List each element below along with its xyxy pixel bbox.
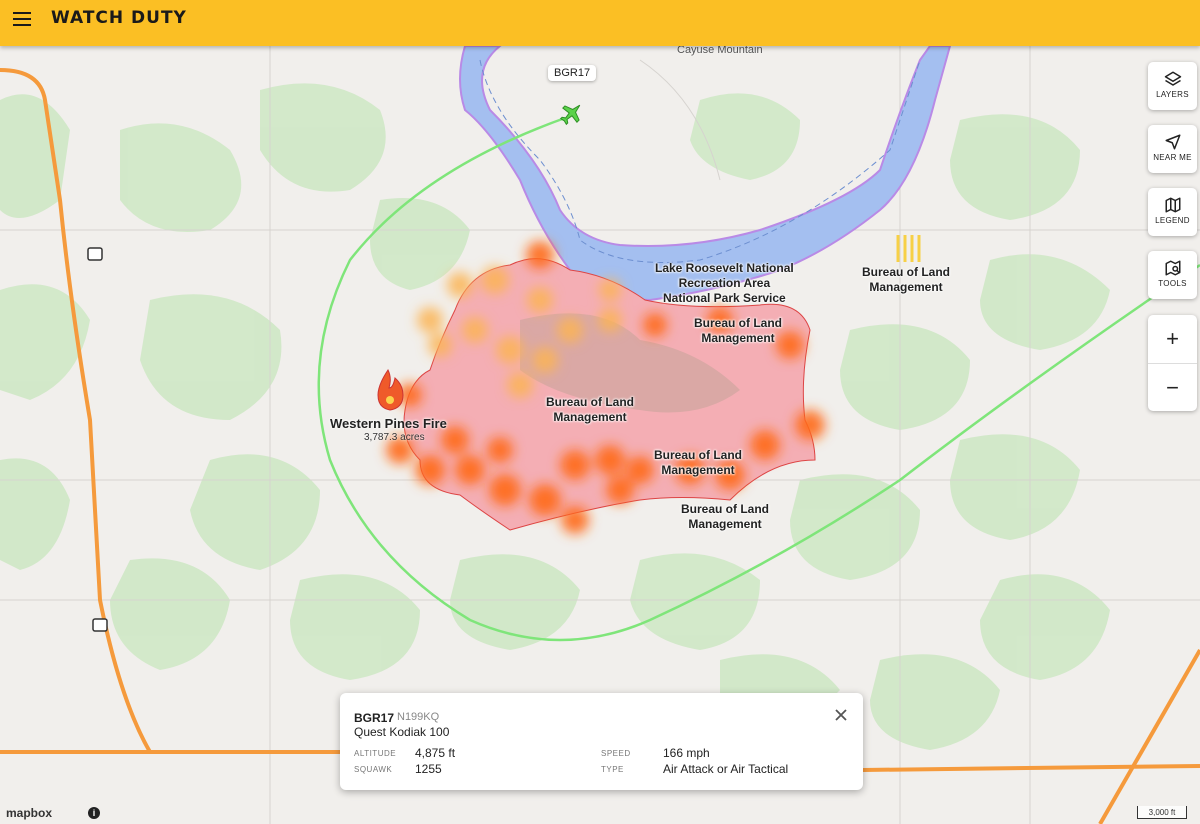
blm-label-3: Bureau of Land Management: [546, 395, 634, 425]
zoom-in-button[interactable]: +: [1148, 315, 1197, 363]
type-value: Air Attack or Air Tactical: [663, 762, 789, 776]
layers-icon: [1164, 71, 1181, 86]
blm-label-3-line-1: Bureau of Land: [546, 395, 635, 409]
tools-button[interactable]: TOOLS: [1148, 251, 1197, 299]
aircraft-model: Quest Kodiak 100: [354, 725, 450, 739]
type-label: TYPE: [601, 765, 624, 774]
blm-label-4: Bureau of Land Management: [654, 448, 742, 478]
blm-label-5: Bureau of Land Management: [681, 502, 769, 532]
close-icon[interactable]: [834, 708, 848, 722]
map-icon: [1165, 197, 1180, 213]
layers-button[interactable]: LAYERS: [1148, 62, 1197, 110]
altitude-label: ALTITUDE: [354, 749, 397, 758]
zoom-out-button[interactable]: −: [1148, 364, 1197, 412]
blm-label-4-line-2: Management: [661, 463, 735, 477]
app-title: WATCH DUTY: [51, 8, 187, 28]
app-header: WATCH DUTY: [0, 0, 1200, 46]
blm-label-2-line-1: Bureau of Land: [694, 316, 783, 330]
blm-label-1: Bureau of Land Management: [862, 265, 950, 295]
legend-button[interactable]: LEGEND: [1148, 188, 1197, 236]
mapbox-logo[interactable]: mapbox: [6, 806, 52, 820]
fire-acres: 3,787.3 acres: [364, 432, 425, 443]
aircraft-card: BGR17 N199KQ Quest Kodiak 100 ALTITUDE 4…: [340, 693, 863, 790]
recreation-area-line-3: National Park Service: [662, 291, 786, 305]
blm-label-5-line-2: Management: [688, 517, 762, 531]
recreation-area-line-1: Lake Roosevelt National: [655, 261, 794, 275]
blm-label-2-line-2: Management: [701, 331, 775, 345]
tools-label: TOOLS: [1158, 279, 1187, 288]
speed-label: SPEED: [601, 749, 631, 758]
blm-label-5-line-1: Bureau of Land: [681, 502, 770, 516]
near-me-label: NEAR ME: [1153, 153, 1192, 162]
scale-bar: 3,000 ft: [1137, 806, 1187, 819]
fire-name[interactable]: Western Pines Fire: [330, 416, 447, 431]
blm-label-2: Bureau of Land Management: [694, 316, 782, 346]
aircraft-tag[interactable]: BGR17: [548, 65, 597, 81]
navigation-arrow-icon: [1165, 134, 1180, 150]
aircraft-callsign: BGR17: [354, 711, 395, 725]
cayuse-label: Cayuse Mountain: [677, 46, 763, 56]
layers-label: LAYERS: [1156, 90, 1189, 99]
squawk-value: 1255: [415, 762, 442, 776]
blm-label-1-line-1: Bureau of Land: [862, 265, 951, 279]
near-me-button[interactable]: NEAR ME: [1148, 125, 1197, 173]
speed-value: 166 mph: [663, 746, 710, 760]
altitude-value: 4,875 ft: [415, 746, 456, 760]
recreation-area-line-2: Recreation Area: [678, 276, 771, 290]
blm-label-3-line-2: Management: [553, 410, 627, 424]
legend-label: LEGEND: [1155, 216, 1190, 225]
zoom-control: + −: [1148, 315, 1197, 411]
menu-icon[interactable]: [13, 12, 31, 26]
info-icon[interactable]: i: [88, 807, 100, 819]
recreation-area-label: Lake Roosevelt National Recreation Area …: [655, 261, 794, 306]
blm-label-4-line-1: Bureau of Land: [654, 448, 743, 462]
blm-label-1-line-2: Management: [869, 280, 943, 294]
aircraft-registration: N199KQ: [397, 711, 440, 723]
tools-icon: [1165, 260, 1180, 276]
squawk-label: SQUAWK: [354, 765, 393, 774]
